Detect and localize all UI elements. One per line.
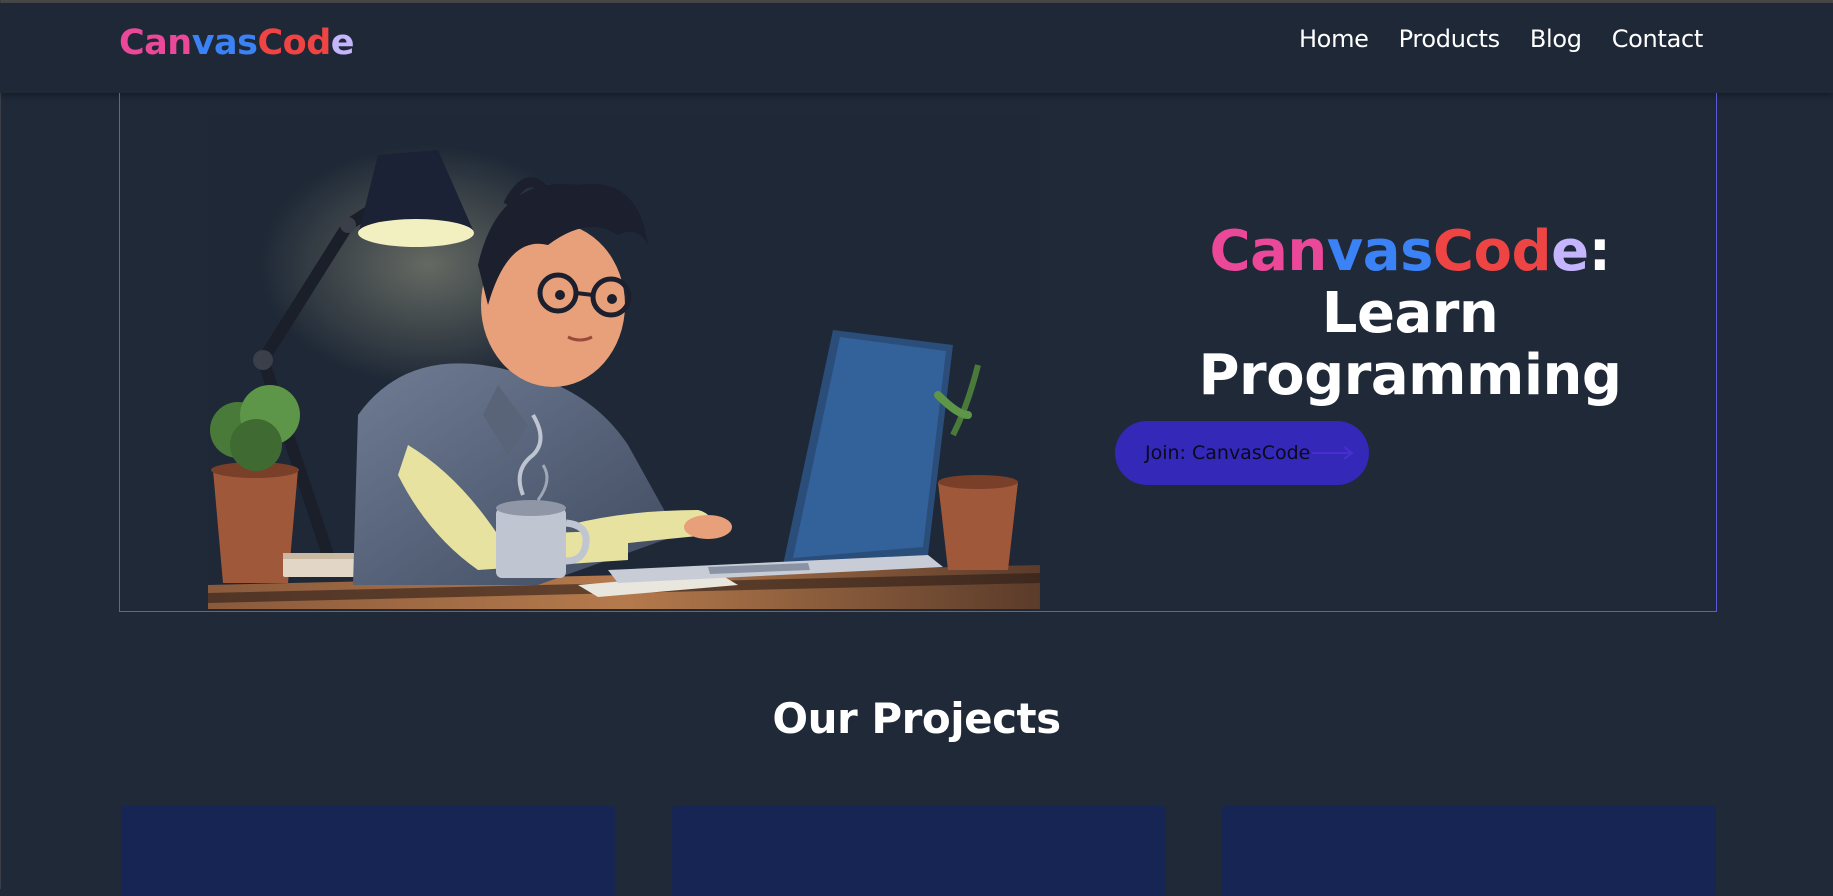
nav-products-link[interactable]: Products bbox=[1399, 25, 1501, 53]
nav-contact-link[interactable]: Contact bbox=[1612, 25, 1704, 53]
projects-title: Our Projects bbox=[772, 694, 1061, 743]
brand-logo[interactable]: Can vas Cod e bbox=[119, 23, 355, 63]
project-card[interactable] bbox=[121, 806, 615, 896]
nav-home-link[interactable]: Home bbox=[1299, 25, 1369, 53]
logo-segment: Cod bbox=[257, 23, 332, 63]
logo-segment: e bbox=[330, 23, 355, 63]
hero-brand-segment: Can bbox=[1209, 219, 1328, 284]
nav-blog-link[interactable]: Blog bbox=[1530, 25, 1582, 53]
join-button[interactable]: Join: CanvasCode bbox=[1115, 421, 1369, 485]
window-left-border bbox=[0, 0, 1, 889]
navbar: Can vas Cod e Home Products Blog Contact bbox=[0, 3, 1833, 93]
hero-section: CanvasCode: Learn Programming Join: Canv… bbox=[119, 93, 1717, 612]
join-button-label: Join: CanvasCode bbox=[1145, 442, 1311, 464]
hero-title: CanvasCode: Learn Programming bbox=[1120, 221, 1700, 407]
hero-brand-segment: Cod bbox=[1432, 219, 1552, 284]
hero-brand-segment: vas bbox=[1326, 219, 1434, 284]
project-card[interactable] bbox=[1222, 806, 1716, 896]
nav-links: Home Products Blog Contact bbox=[1299, 25, 1703, 53]
logo-segment: Can bbox=[119, 23, 192, 63]
hero-brand-segment: e bbox=[1551, 219, 1589, 284]
hero-illustration bbox=[208, 115, 1040, 609]
arrow-right-icon bbox=[1312, 446, 1354, 460]
project-card[interactable] bbox=[672, 806, 1166, 896]
logo-segment: vas bbox=[191, 23, 258, 63]
